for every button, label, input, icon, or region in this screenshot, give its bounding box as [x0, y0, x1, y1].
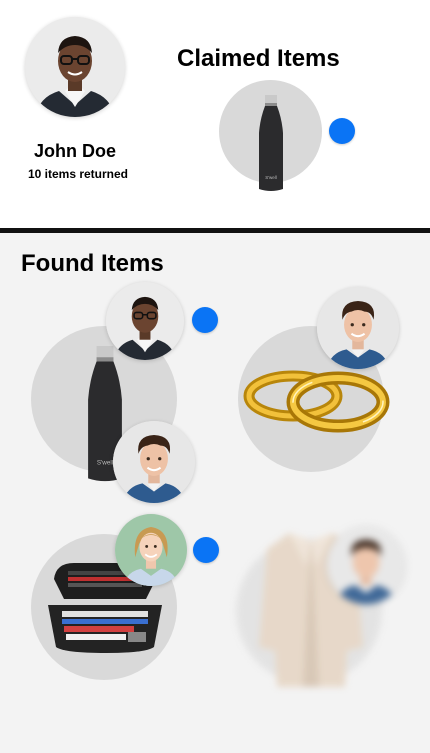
- profile-name: John Doe: [33, 141, 116, 161]
- person-icon: [113, 421, 195, 503]
- claimant-avatar[interactable]: [113, 421, 195, 503]
- bottle-brand-label: S'well: [265, 175, 277, 180]
- rings-icon: [243, 370, 390, 433]
- bottle-icon: S'well: [259, 95, 283, 191]
- person-icon: [317, 287, 399, 369]
- claimed-items-heading: Claimed Items: [177, 45, 340, 72]
- found-items-heading: Found Items: [21, 250, 164, 277]
- found-notification-dot[interactable]: [192, 307, 218, 333]
- items-returned-count: 10 items returned: [27, 167, 129, 181]
- person-icon: [115, 514, 187, 586]
- bottle-brand-label: S'well: [97, 459, 113, 466]
- person-icon: [106, 282, 184, 360]
- person-icon: [25, 17, 125, 117]
- found-notification-dot[interactable]: [193, 537, 219, 563]
- claimed-notification-dot[interactable]: [329, 118, 355, 144]
- claimant-avatar[interactable]: [317, 287, 399, 369]
- claimant-avatar[interactable]: [106, 282, 184, 360]
- profile-avatar[interactable]: [25, 17, 125, 117]
- claimant-avatar[interactable]: [115, 514, 187, 586]
